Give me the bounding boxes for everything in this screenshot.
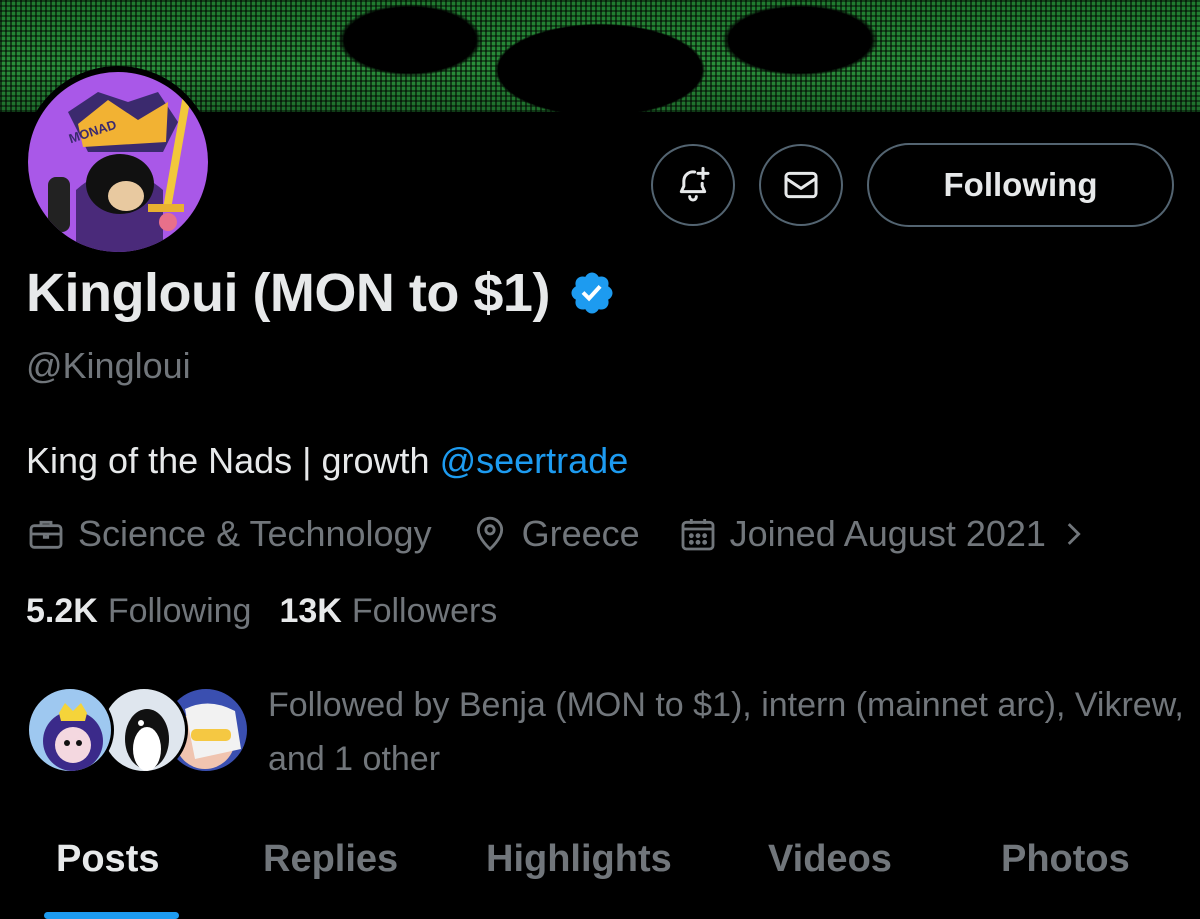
bell-plus-icon bbox=[679, 166, 710, 202]
followers-count-link[interactable]: 13K Followers bbox=[279, 592, 497, 631]
joined-label: Joined August 2021 bbox=[729, 513, 1046, 554]
following-button[interactable]: Following bbox=[867, 143, 1174, 227]
following-label: Following bbox=[107, 592, 252, 630]
following-count: 5.2K bbox=[26, 592, 98, 630]
handle: @Kingloui bbox=[26, 345, 191, 386]
bio-mention-link[interactable]: @seertrade bbox=[440, 440, 629, 481]
following-count-link[interactable]: 5.2K Following bbox=[26, 592, 251, 631]
name-row: Kingloui (MON to $1) bbox=[26, 262, 616, 324]
location-label: Greece bbox=[521, 513, 640, 554]
category-label: Science & Technology bbox=[78, 513, 432, 554]
profile-avatar[interactable]: MONAD bbox=[22, 66, 214, 258]
follow-counts: 5.2K Following 13K Followers bbox=[26, 592, 525, 631]
tab-posts[interactable]: Posts bbox=[56, 838, 159, 881]
display-name: Kingloui (MON to $1) bbox=[26, 263, 550, 323]
verified-badge-icon[interactable] bbox=[568, 269, 616, 317]
tab-highlights[interactable]: Highlights bbox=[486, 838, 672, 881]
tab-replies[interactable]: Replies bbox=[263, 838, 398, 881]
bio-text: King of the Nads | growth bbox=[26, 440, 440, 481]
briefcase-icon bbox=[29, 520, 63, 549]
location-pin-icon bbox=[476, 516, 503, 551]
avatar-image: MONAD bbox=[28, 72, 208, 252]
tab-photos[interactable]: Photos bbox=[1001, 838, 1130, 881]
followers-label: Followers bbox=[351, 592, 498, 630]
location-item: Greece bbox=[470, 513, 640, 555]
notify-button[interactable] bbox=[651, 144, 735, 226]
active-tab-indicator bbox=[44, 912, 179, 919]
follower-avatar bbox=[26, 686, 114, 774]
chevron-right-icon bbox=[1067, 523, 1081, 545]
profile-tabs: Posts Replies Highlights Videos Photos bbox=[0, 830, 1200, 919]
category-item: Science & Technology bbox=[26, 513, 432, 555]
calendar-icon bbox=[681, 519, 715, 551]
message-button[interactable] bbox=[759, 144, 843, 226]
joined-item[interactable]: Joined August 2021 bbox=[678, 513, 1090, 555]
tab-videos[interactable]: Videos bbox=[768, 838, 892, 881]
envelope-icon bbox=[784, 171, 818, 199]
followed-by-text[interactable]: Followed by Benja (MON to $1), intern (m… bbox=[268, 678, 1188, 786]
followers-count: 13K bbox=[279, 592, 342, 630]
profile-meta: Science & Technology Greece Joined Augus… bbox=[26, 512, 1128, 556]
followed-by-avatars[interactable] bbox=[26, 686, 250, 778]
bio: King of the Nads | growth @seertrade bbox=[26, 440, 628, 482]
